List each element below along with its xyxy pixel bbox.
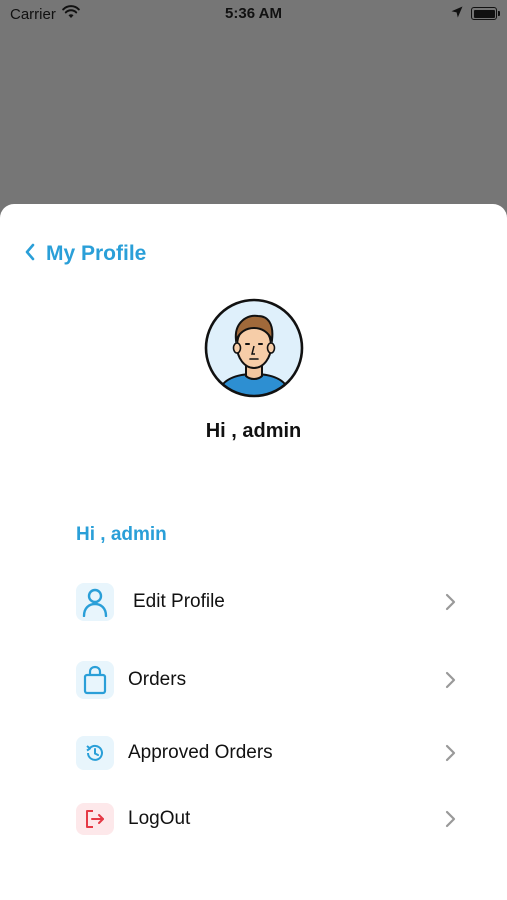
avatar	[202, 296, 306, 400]
menu-item-orders[interactable]: Orders	[76, 658, 460, 702]
back-button[interactable]: My Profile	[24, 242, 146, 266]
logout-icon	[76, 803, 114, 835]
status-right	[451, 5, 500, 22]
status-time: 5:36 AM	[225, 5, 282, 22]
person-icon	[76, 583, 114, 621]
chevron-left-icon	[24, 243, 36, 266]
menu-item-label: LogOut	[128, 808, 191, 829]
menu-item-approved-orders[interactable]: Approved Orders	[76, 731, 460, 775]
menu-item-label: Edit Profile	[133, 591, 225, 612]
menu-item-label: Orders	[128, 669, 187, 690]
history-icon	[76, 736, 114, 770]
chevron-right-icon	[440, 743, 460, 763]
menu-item-edit-profile[interactable]: Edit Profile	[76, 580, 460, 624]
menu-item-label: Approved Orders	[128, 742, 273, 763]
profile-sheet: My Profile Hi , admin Hi , admin Edit Pr…	[0, 204, 507, 900]
profile-greeting: Hi , admin	[205, 420, 302, 442]
chevron-right-icon	[440, 809, 460, 829]
chevron-right-icon	[440, 592, 460, 612]
status-bar: Carrier 5:36 AM	[0, 0, 507, 28]
page-title: My Profile	[46, 242, 147, 265]
shopping-bag-icon	[76, 661, 114, 699]
chevron-right-icon	[440, 670, 460, 690]
location-arrow-icon	[451, 5, 463, 22]
menu-greeting: Hi , admin	[76, 524, 167, 545]
menu-item-logout[interactable]: LogOut	[76, 797, 460, 841]
battery-icon	[471, 7, 500, 20]
